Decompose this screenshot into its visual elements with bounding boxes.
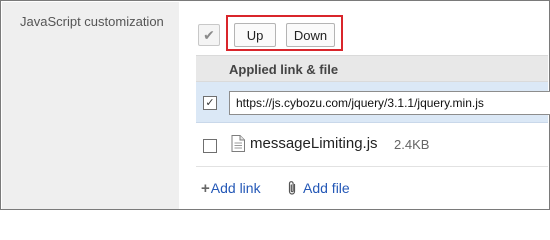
add-file-label: Add file: [303, 180, 350, 196]
table-row: messageLimiting.js 2.4KB: [196, 123, 548, 167]
plus-icon: +: [201, 179, 210, 197]
field-label: JavaScript customization: [20, 14, 164, 29]
add-file-button[interactable]: Add file: [286, 180, 350, 196]
add-link-label: Add link: [210, 180, 261, 196]
file-icon: [231, 135, 245, 152]
field-content: ✔ Up Down Applied link & file ✓ https://…: [179, 2, 550, 208]
js-customization-panel: JavaScript customization ✔ Up Down Appli…: [0, 0, 550, 210]
table-row: ✓: [196, 82, 550, 123]
field-label-column: JavaScript customization: [2, 2, 179, 209]
checkmark-icon: ✓: [205, 96, 215, 109]
row-checkbox[interactable]: ✓: [203, 96, 217, 110]
down-button[interactable]: Down: [286, 23, 335, 47]
table-header: Applied link & file: [196, 55, 548, 82]
paperclip-icon: [288, 181, 296, 195]
up-button[interactable]: Up: [234, 23, 276, 47]
checkmark-icon: ✔: [203, 27, 215, 43]
add-link-button[interactable]: + Add link: [201, 180, 261, 196]
link-url-input[interactable]: [229, 91, 550, 115]
select-all-checkbox[interactable]: ✔: [198, 24, 220, 46]
file-size: 2.4KB: [394, 137, 430, 152]
column-header-applied: Applied link & file: [229, 62, 339, 77]
file-name[interactable]: messageLimiting.js: [250, 135, 378, 152]
row-checkbox[interactable]: [203, 139, 217, 153]
